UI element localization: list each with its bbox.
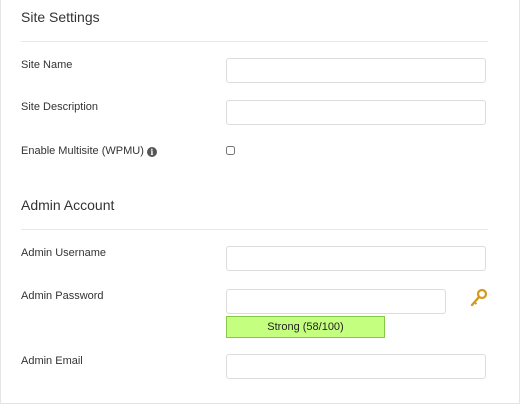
admin-password-label: Admin Password [21,290,104,302]
key-icon[interactable] [469,288,489,308]
password-strength-meter: Strong (58/100) [226,316,385,338]
settings-panel: Site Settings Site Name Site Description… [0,0,520,404]
site-description-input[interactable] [226,100,486,125]
admin-email-input[interactable] [226,354,486,379]
admin-account-divider [21,229,488,230]
site-settings-heading: Site Settings [21,9,100,25]
admin-password-input[interactable] [226,289,446,314]
site-name-input[interactable] [226,58,486,83]
multisite-checkbox[interactable] [226,146,235,155]
multisite-label: Enable Multisite (WPMU) i [21,145,157,157]
admin-account-heading: Admin Account [21,197,115,213]
site-description-label: Site Description [21,101,99,113]
site-settings-divider [21,41,488,42]
site-name-label: Site Name [21,59,73,71]
admin-username-label: Admin Username [21,247,106,259]
admin-email-label: Admin Email [21,355,83,367]
info-icon[interactable]: i [146,147,157,157]
multisite-label-text: Enable Multisite (WPMU) [21,145,144,157]
admin-username-input[interactable] [226,246,486,271]
